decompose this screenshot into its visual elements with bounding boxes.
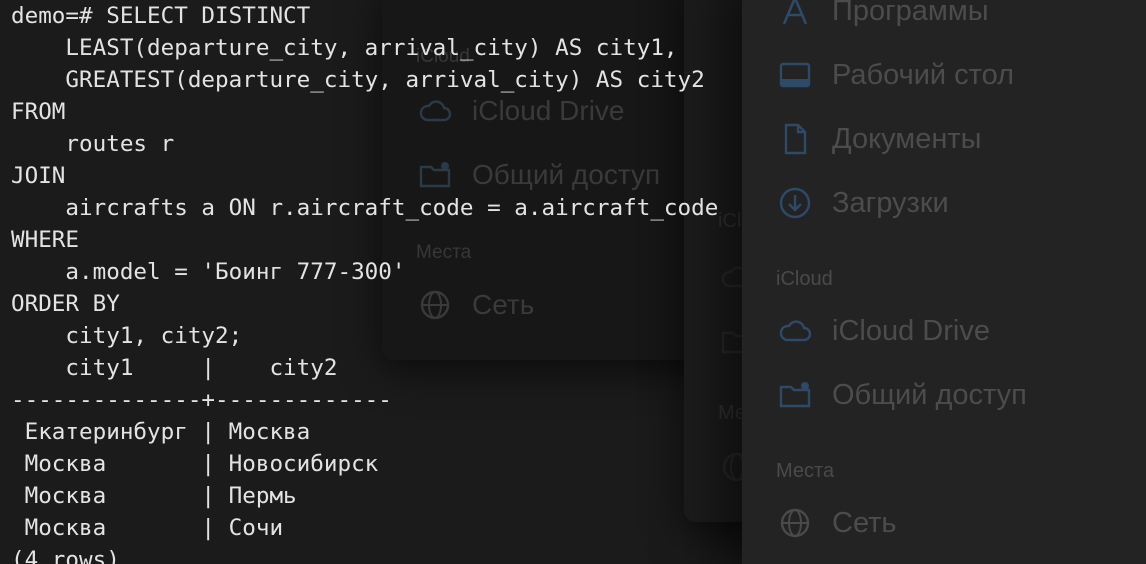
result-row: Москва | Сочи [11, 515, 284, 541]
terminal-line: aircrafts a ON r.aircraft_code = a.aircr… [11, 195, 719, 221]
terminal-line: WHERE [11, 227, 80, 253]
sidebar-item-label: Загрузки [832, 186, 949, 219]
terminal-line: GREATEST(departure_city, arrival_city) A… [11, 67, 705, 93]
sidebar-section-icloud: iCl [718, 210, 742, 232]
terminal-line: routes r [11, 131, 175, 157]
sidebar-item-label: Общий доступ [832, 378, 1027, 411]
terminal-line: demo=# SELECT DISTINCT [11, 3, 311, 29]
cloud-icon [778, 314, 812, 348]
shared-folder-icon [778, 378, 812, 412]
desktop-screen: iCloud iCloud Drive Общий доступ Места С… [0, 0, 1146, 564]
sidebar-item-shared[interactable]: Общий доступ [778, 378, 1027, 412]
sidebar-item-downloads[interactable]: Загрузки [778, 186, 949, 220]
sidebar-section-icloud: iCloud [776, 268, 833, 290]
terminal-line: ORDER BY [11, 291, 120, 317]
sidebar-item-label: Документы [832, 122, 982, 155]
finder-sidebar-front[interactable]: Программы Рабочий стол Документы Загрузк… [742, 0, 1146, 564]
terminal-line: JOIN [11, 163, 66, 189]
globe-icon [778, 506, 812, 540]
result-row: Екатеринбург | Москва [11, 419, 311, 445]
result-separator: --------------+------------- [11, 387, 392, 413]
sidebar-item-label: Рабочий стол [832, 58, 1015, 91]
sidebar-item-programs[interactable]: Программы [778, 0, 989, 28]
sidebar-item-label: Программы [832, 0, 989, 27]
terminal-line: LEAST(departure_city, arrival_city) AS c… [11, 35, 678, 61]
terminal-line: FROM [11, 99, 66, 125]
sidebar-item-icloud-drive[interactable]: iCloud Drive [778, 314, 990, 348]
sidebar-item-desktop[interactable]: Рабочий стол [778, 58, 1014, 92]
sidebar-item-documents[interactable]: Документы [778, 122, 982, 156]
sidebar-section-places: Места [776, 460, 835, 482]
terminal-line: city1, city2; [11, 323, 243, 349]
applications-icon [778, 0, 812, 28]
result-header-row: city1 | city2 [11, 355, 338, 381]
terminal-line: a.model = 'Боинг 777-300' [11, 259, 406, 285]
psql-terminal-output[interactable]: demo=# SELECT DISTINCT LEAST(departure_c… [11, 0, 718, 564]
sidebar-item-label: Сеть [832, 506, 897, 539]
sidebar-item-label: iCloud Drive [832, 314, 990, 347]
desktop-icon [778, 58, 812, 92]
result-row: Москва | Пермь [11, 483, 297, 509]
result-row: Москва | Новосибирск [11, 451, 379, 477]
row-count: (4 rows) [11, 547, 120, 564]
download-icon [778, 186, 812, 220]
sidebar-item-network[interactable]: Сеть [778, 506, 897, 540]
document-icon [778, 122, 812, 156]
